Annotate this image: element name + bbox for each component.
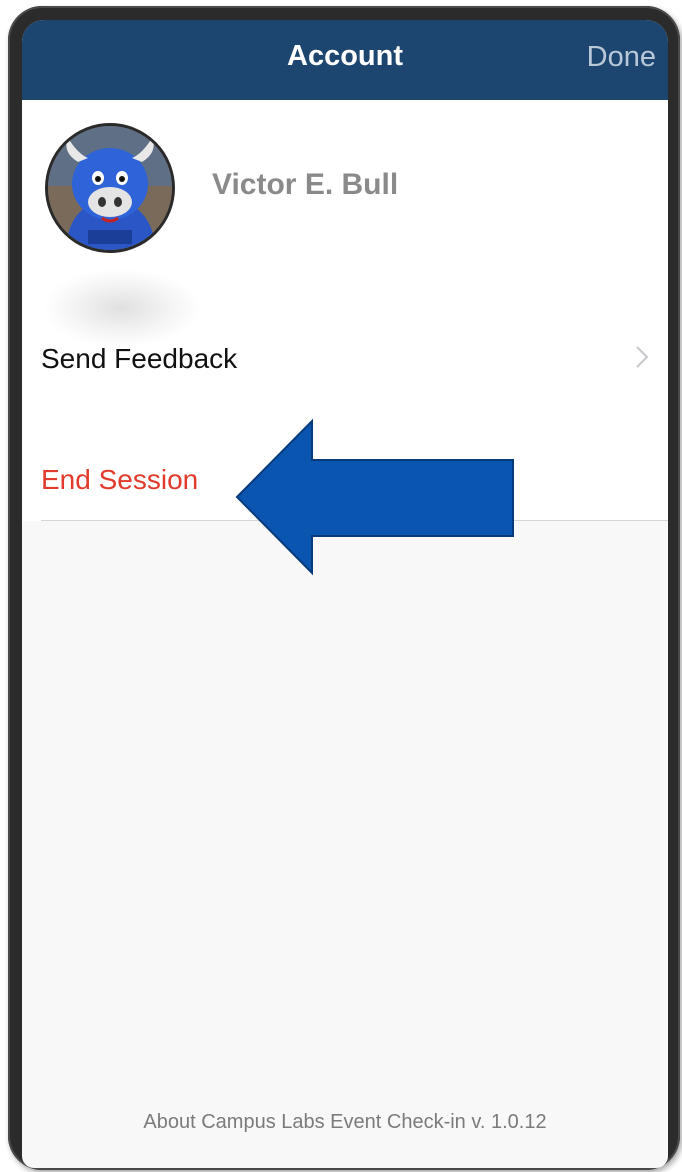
- send-feedback-row[interactable]: Send Feedback: [22, 320, 668, 390]
- annotation-arrow-icon: [235, 418, 514, 576]
- screen: Account Done Victor E. Bull Send Feedbac…: [22, 20, 668, 1168]
- chevron-right-icon: [636, 346, 648, 368]
- about-version-text: About Campus Labs Event Check-in v. 1.0.…: [143, 1111, 547, 1133]
- user-name: Victor E. Bull: [212, 168, 399, 201]
- end-session-label: End Session: [41, 464, 199, 495]
- mascot-avatar-icon: [48, 126, 172, 250]
- navigation-bar: Account Done: [22, 20, 668, 100]
- avatar: [45, 123, 175, 253]
- send-feedback-label: Send Feedback: [41, 343, 238, 374]
- phone-frame: Account Done Victor E. Bull Send Feedbac…: [8, 6, 680, 1170]
- done-button[interactable]: Done: [587, 41, 656, 74]
- page-title: Account: [287, 40, 403, 72]
